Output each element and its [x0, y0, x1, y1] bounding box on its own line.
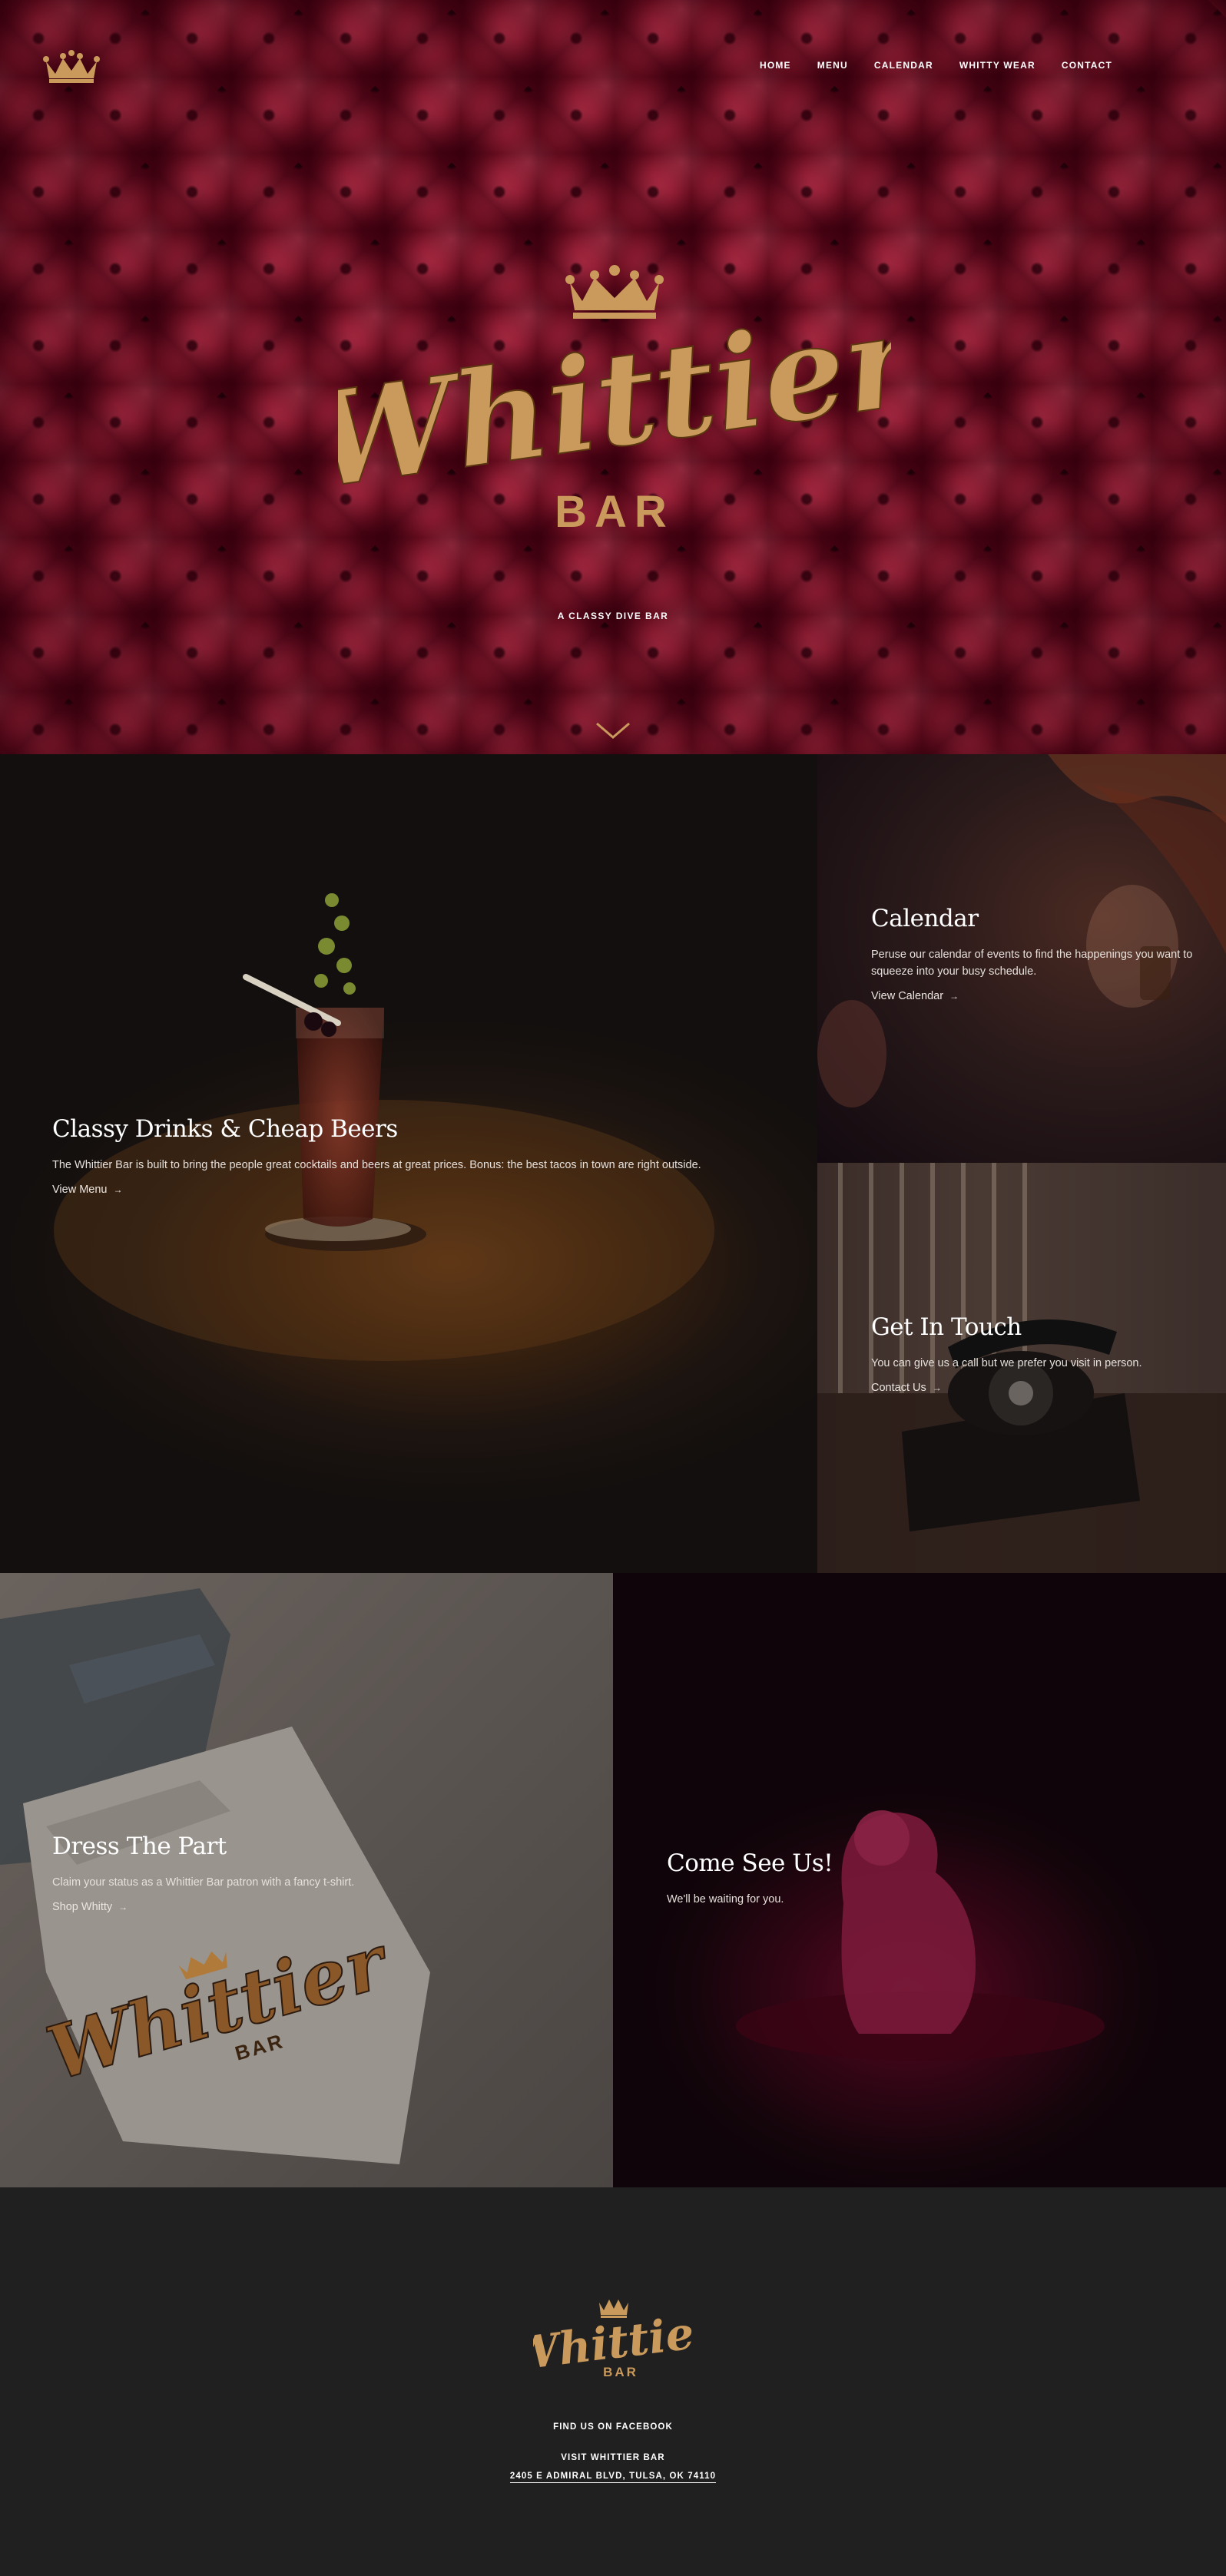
nav-calendar[interactable]: CALENDAR: [874, 60, 933, 71]
drinks-text: The Whittier Bar is built to bring the p…: [52, 1159, 701, 1171]
address-link[interactable]: 2405 E ADMIRAL BLVD, TULSA, OK 74110: [0, 2472, 1226, 2483]
arrow-right-icon: →: [932, 1382, 942, 1393]
whittier-bar-logo: Whittier BAR: [338, 265, 891, 537]
visit-heading: VISIT WHITTIER BAR: [561, 2453, 665, 2462]
chevron-down-icon[interactable]: [595, 720, 631, 740]
arrow-right-icon: →: [113, 1184, 123, 1195]
main-nav: HOME MENU CALENDAR WHITTY WEAR CONTACT: [734, 60, 1112, 71]
hero-section: HOME MENU CALENDAR WHITTY WEAR CONTACT W…: [0, 0, 1226, 754]
drinks-title: Classy Drinks & Cheap Beers: [52, 1115, 398, 1143]
dress-the-part-tile: Whittier BAR Dress The Part Claim your s…: [0, 1573, 613, 2187]
dress-text: Claim your status as a Whittier Bar patr…: [52, 1876, 355, 1889]
nav-whitty-wear[interactable]: WHITTY WEAR: [959, 60, 1035, 71]
calendar-copy: Calendar Peruse our calendar of events t…: [871, 905, 1194, 1003]
calendar-title: Calendar: [871, 905, 979, 932]
touch-copy: Get In Touch You can give us a call but …: [871, 1313, 1194, 1395]
drinks-tile: Classy Drinks & Cheap Beers The Whittier…: [0, 754, 817, 1573]
address-text: 2405 E ADMIRAL BLVD, TULSA, OK 74110: [509, 2472, 717, 2483]
dress-copy: Dress The Part Claim your status as a Wh…: [52, 1833, 575, 1914]
shop-whitty-link[interactable]: Shop Whitty →: [52, 1901, 128, 1913]
get-in-touch-tile: Get In Touch You can give us a call but …: [817, 1163, 1226, 1573]
calendar-text: Peruse our calendar of events to find th…: [871, 949, 1193, 978]
logo-crown-icon: [565, 265, 664, 319]
view-calendar-link[interactable]: View Calendar →: [871, 990, 959, 1002]
nav-contact[interactable]: CONTACT: [1062, 60, 1112, 71]
arrow-right-icon: →: [118, 1902, 128, 1912]
nav-home[interactable]: HOME: [760, 60, 791, 71]
come-see-us-tile: Come See Us! We'll be waiting for you.: [613, 1573, 1226, 2187]
hero-tagline: A CLASSY DIVE BAR: [557, 611, 669, 621]
footer-logo-sub: BAR: [603, 2365, 638, 2379]
calendar-tile: Calendar Peruse our calendar of events t…: [817, 754, 1226, 1163]
logo-sub: BAR: [555, 487, 674, 537]
touch-title: Get In Touch: [871, 1313, 1022, 1341]
come-copy: Come See Us! We'll be waiting for you.: [667, 1849, 1174, 1917]
view-menu-link[interactable]: View Menu →: [52, 1184, 122, 1196]
facebook-link[interactable]: FIND US ON FACEBOOK: [0, 2422, 1226, 2432]
arrow-right-icon: →: [949, 991, 959, 1002]
come-text: We'll be waiting for you.: [667, 1893, 784, 1906]
site-footer: Whittier BAR FIND US ON FACEBOOK VISIT W…: [0, 2187, 1226, 2576]
nav-menu[interactable]: MENU: [817, 60, 848, 71]
crown-icon: [43, 50, 100, 83]
contact-us-link[interactable]: Contact Us →: [871, 1382, 942, 1394]
touch-text: You can give us a call but we prefer you…: [871, 1357, 1142, 1369]
drinks-copy: Classy Drinks & Cheap Beers The Whittier…: [52, 1115, 790, 1197]
footer-logo: Whittier BAR: [533, 2300, 694, 2381]
dress-title: Dress The Part: [52, 1833, 227, 1860]
come-title: Come See Us!: [667, 1849, 833, 1877]
